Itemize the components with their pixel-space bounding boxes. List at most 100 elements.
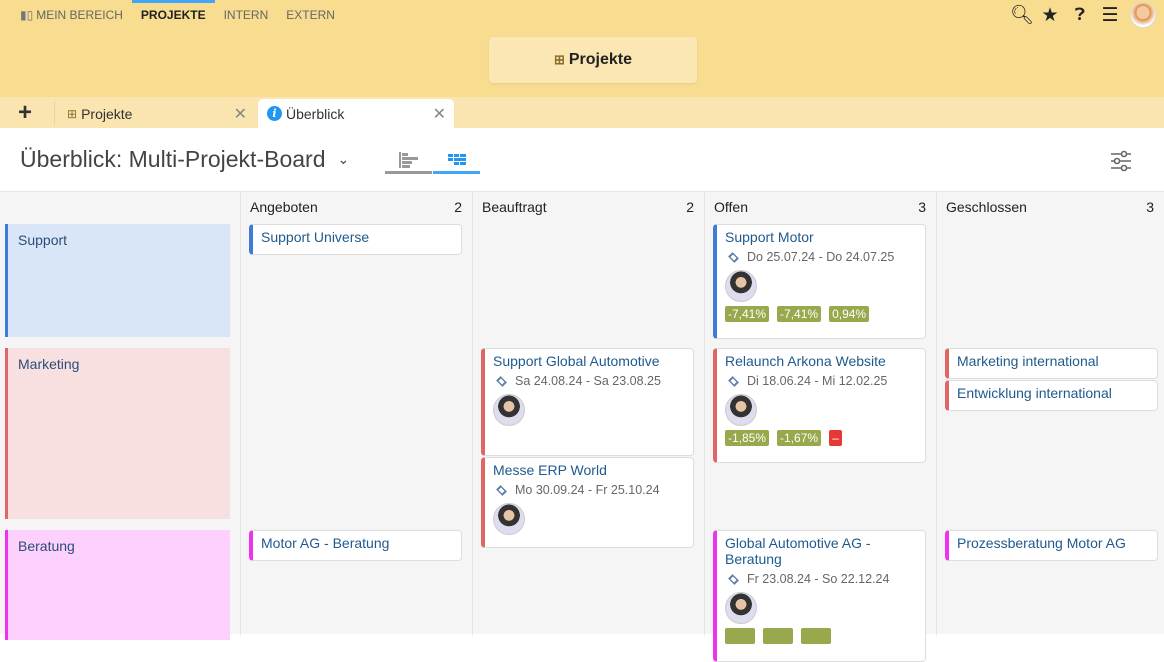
nav-mein-bereich[interactable]: ▮▯ MEIN BEREICH [20, 0, 132, 28]
milestone-icon [496, 375, 507, 387]
assignee-avatar[interactable] [725, 592, 757, 624]
swimlane-support[interactable]: Support [5, 224, 230, 337]
kpi-badges [725, 628, 917, 644]
column-divider [240, 192, 241, 635]
swimlane-label: Marketing [18, 356, 80, 372]
date-range: Di 18.06.24 - Mi 12.02.25 [747, 374, 888, 388]
assignee-avatar[interactable] [493, 503, 525, 535]
tab-bar: + ⊞ Projekte ✕ i Überblick ✕ [0, 97, 1164, 128]
column-divider [704, 192, 705, 635]
help-icon[interactable]: ❓︎ [1070, 5, 1090, 25]
milestone-icon [728, 375, 739, 387]
star-icon[interactable]: ★ [1040, 4, 1060, 27]
main-nav: ▮▯ MEIN BEREICH PROJEKTE INTERN EXTERN [20, 0, 344, 28]
card-title[interactable]: Motor AG - Beratung [261, 535, 453, 551]
milestone-icon [728, 573, 739, 585]
add-tab-button[interactable]: + [18, 99, 32, 127]
column-header: Angeboten 2 [240, 192, 472, 222]
search-icon[interactable]: 🔍︎ [1010, 3, 1034, 27]
project-card[interactable]: Support Motor Do 25.07.24 - Do 24.07.25 -7… [713, 224, 926, 339]
column-count: 3 [918, 199, 926, 215]
nav-extern[interactable]: EXTERN [277, 0, 344, 28]
column-title: Angeboten [250, 199, 318, 215]
project-card[interactable]: Marketing international [945, 348, 1158, 379]
date-range: Sa 24.08.24 - Sa 23.08.25 [515, 374, 661, 388]
milestone-icon [728, 251, 739, 263]
nav-intern[interactable]: INTERN [215, 0, 278, 28]
column-title: Offen [714, 199, 748, 215]
kpi-badge [801, 628, 831, 644]
kpi-badge: -7,41% [777, 306, 822, 322]
kpi-badge: -1,67% [777, 430, 822, 446]
user-avatar[interactable] [1130, 2, 1156, 28]
column-header: Beauftragt 2 [472, 192, 704, 222]
column-divider [936, 192, 937, 635]
column-title: Geschlossen [946, 199, 1027, 215]
project-tree-icon: ⊞ [553, 52, 565, 67]
assignee-avatar[interactable] [493, 394, 525, 426]
assignee-avatar[interactable] [725, 394, 757, 426]
kpi-badges: -7,41% -7,41% 0,94% [725, 306, 917, 322]
swimlane-beratung[interactable]: Beratung [5, 530, 230, 640]
column-count: 2 [454, 199, 462, 215]
project-tree-icon: ⊞ [67, 106, 78, 121]
kpi-badges: -1,85% -1,67% – [725, 430, 917, 446]
column-count: 3 [1146, 199, 1154, 215]
dashboard-icon: ▮▯ [20, 8, 34, 22]
card-title[interactable]: Support Universe [261, 229, 453, 245]
close-icon[interactable]: ✕ [433, 104, 446, 124]
column-header: Offen 3 [704, 192, 936, 222]
gantt-view-button[interactable] [385, 148, 432, 174]
projekte-button[interactable]: ⊞ Projekte [489, 37, 697, 83]
menu-icon[interactable]: ☰ [1100, 4, 1120, 27]
project-card[interactable]: Entwicklung international [945, 380, 1158, 411]
page-title[interactable]: Überblick: Multi-Projekt-Board ⌄ [20, 146, 349, 173]
card-dates: Mo 30.09.24 - Fr 25.10.24 [493, 483, 685, 497]
card-title[interactable]: Global Automotive AG - Beratung [725, 535, 917, 567]
project-card[interactable]: Support Universe [249, 224, 462, 255]
card-title[interactable]: Messe ERP World [493, 462, 685, 478]
board-view-button[interactable] [433, 148, 480, 174]
swimlane-label: Beratung [18, 538, 75, 554]
column-header: Geschlossen 3 [936, 192, 1164, 222]
filter-settings-icon[interactable] [1110, 150, 1132, 172]
project-card[interactable]: Global Automotive AG - Beratung Fr 23.08.… [713, 530, 926, 662]
card-dates: Di 18.06.24 - Mi 12.02.25 [725, 374, 917, 388]
kpi-badge: -1,85% [725, 430, 770, 446]
tab-projekte[interactable]: ⊞ Projekte ✕ [55, 99, 255, 128]
card-title[interactable]: Entwicklung international [957, 385, 1149, 401]
date-range: Mo 30.09.24 - Fr 25.10.24 [515, 483, 660, 497]
project-card[interactable]: Relaunch Arkona Website Di 18.06.24 - Mi … [713, 348, 926, 463]
gantt-icon [398, 151, 418, 168]
project-card[interactable]: Messe ERP World Mo 30.09.24 - Fr 25.10.24 [481, 457, 694, 548]
card-dates: Fr 23.08.24 - So 22.12.24 [725, 572, 917, 586]
top-bar: ▮▯ MEIN BEREICH PROJEKTE INTERN EXTERN 🔍︎… [0, 0, 1164, 97]
kpi-badge [725, 628, 755, 644]
milestone-icon [496, 484, 507, 496]
swimlane-label: Support [18, 232, 68, 248]
card-title[interactable]: Marketing international [957, 353, 1149, 369]
column-title: Beauftragt [482, 199, 547, 215]
chevron-down-icon[interactable]: ⌄ [337, 151, 349, 168]
project-card[interactable]: Support Global Automotive Sa 24.08.24 - S… [481, 348, 694, 456]
kanban-board: Angeboten 2 Beauftragt 2 Offen 3 Geschlossen 3 S… [0, 191, 1164, 662]
project-card[interactable]: Prozessberatung Motor AG [945, 530, 1158, 561]
card-title[interactable]: Support Motor [725, 229, 917, 245]
card-title[interactable]: Prozessberatung Motor AG [957, 535, 1149, 551]
card-dates: Sa 24.08.24 - Sa 23.08.25 [493, 374, 685, 388]
column-divider [472, 192, 473, 635]
column-count: 2 [686, 199, 694, 215]
close-icon[interactable]: ✕ [234, 104, 247, 124]
assignee-avatar[interactable] [725, 270, 757, 302]
info-icon: i [267, 106, 282, 121]
board-icon [447, 153, 466, 165]
card-title[interactable]: Support Global Automotive [493, 353, 685, 369]
card-dates: Do 25.07.24 - Do 24.07.25 [725, 250, 917, 264]
kpi-badge: 0,94% [829, 306, 870, 322]
kpi-badge [763, 628, 793, 644]
nav-projekte[interactable]: PROJEKTE [131, 0, 215, 28]
swimlane-marketing[interactable]: Marketing [5, 348, 230, 519]
card-title[interactable]: Relaunch Arkona Website [725, 353, 917, 369]
project-card[interactable]: Motor AG - Beratung [249, 530, 462, 561]
tab-ueberblick[interactable]: i Überblick ✕ [258, 99, 454, 128]
